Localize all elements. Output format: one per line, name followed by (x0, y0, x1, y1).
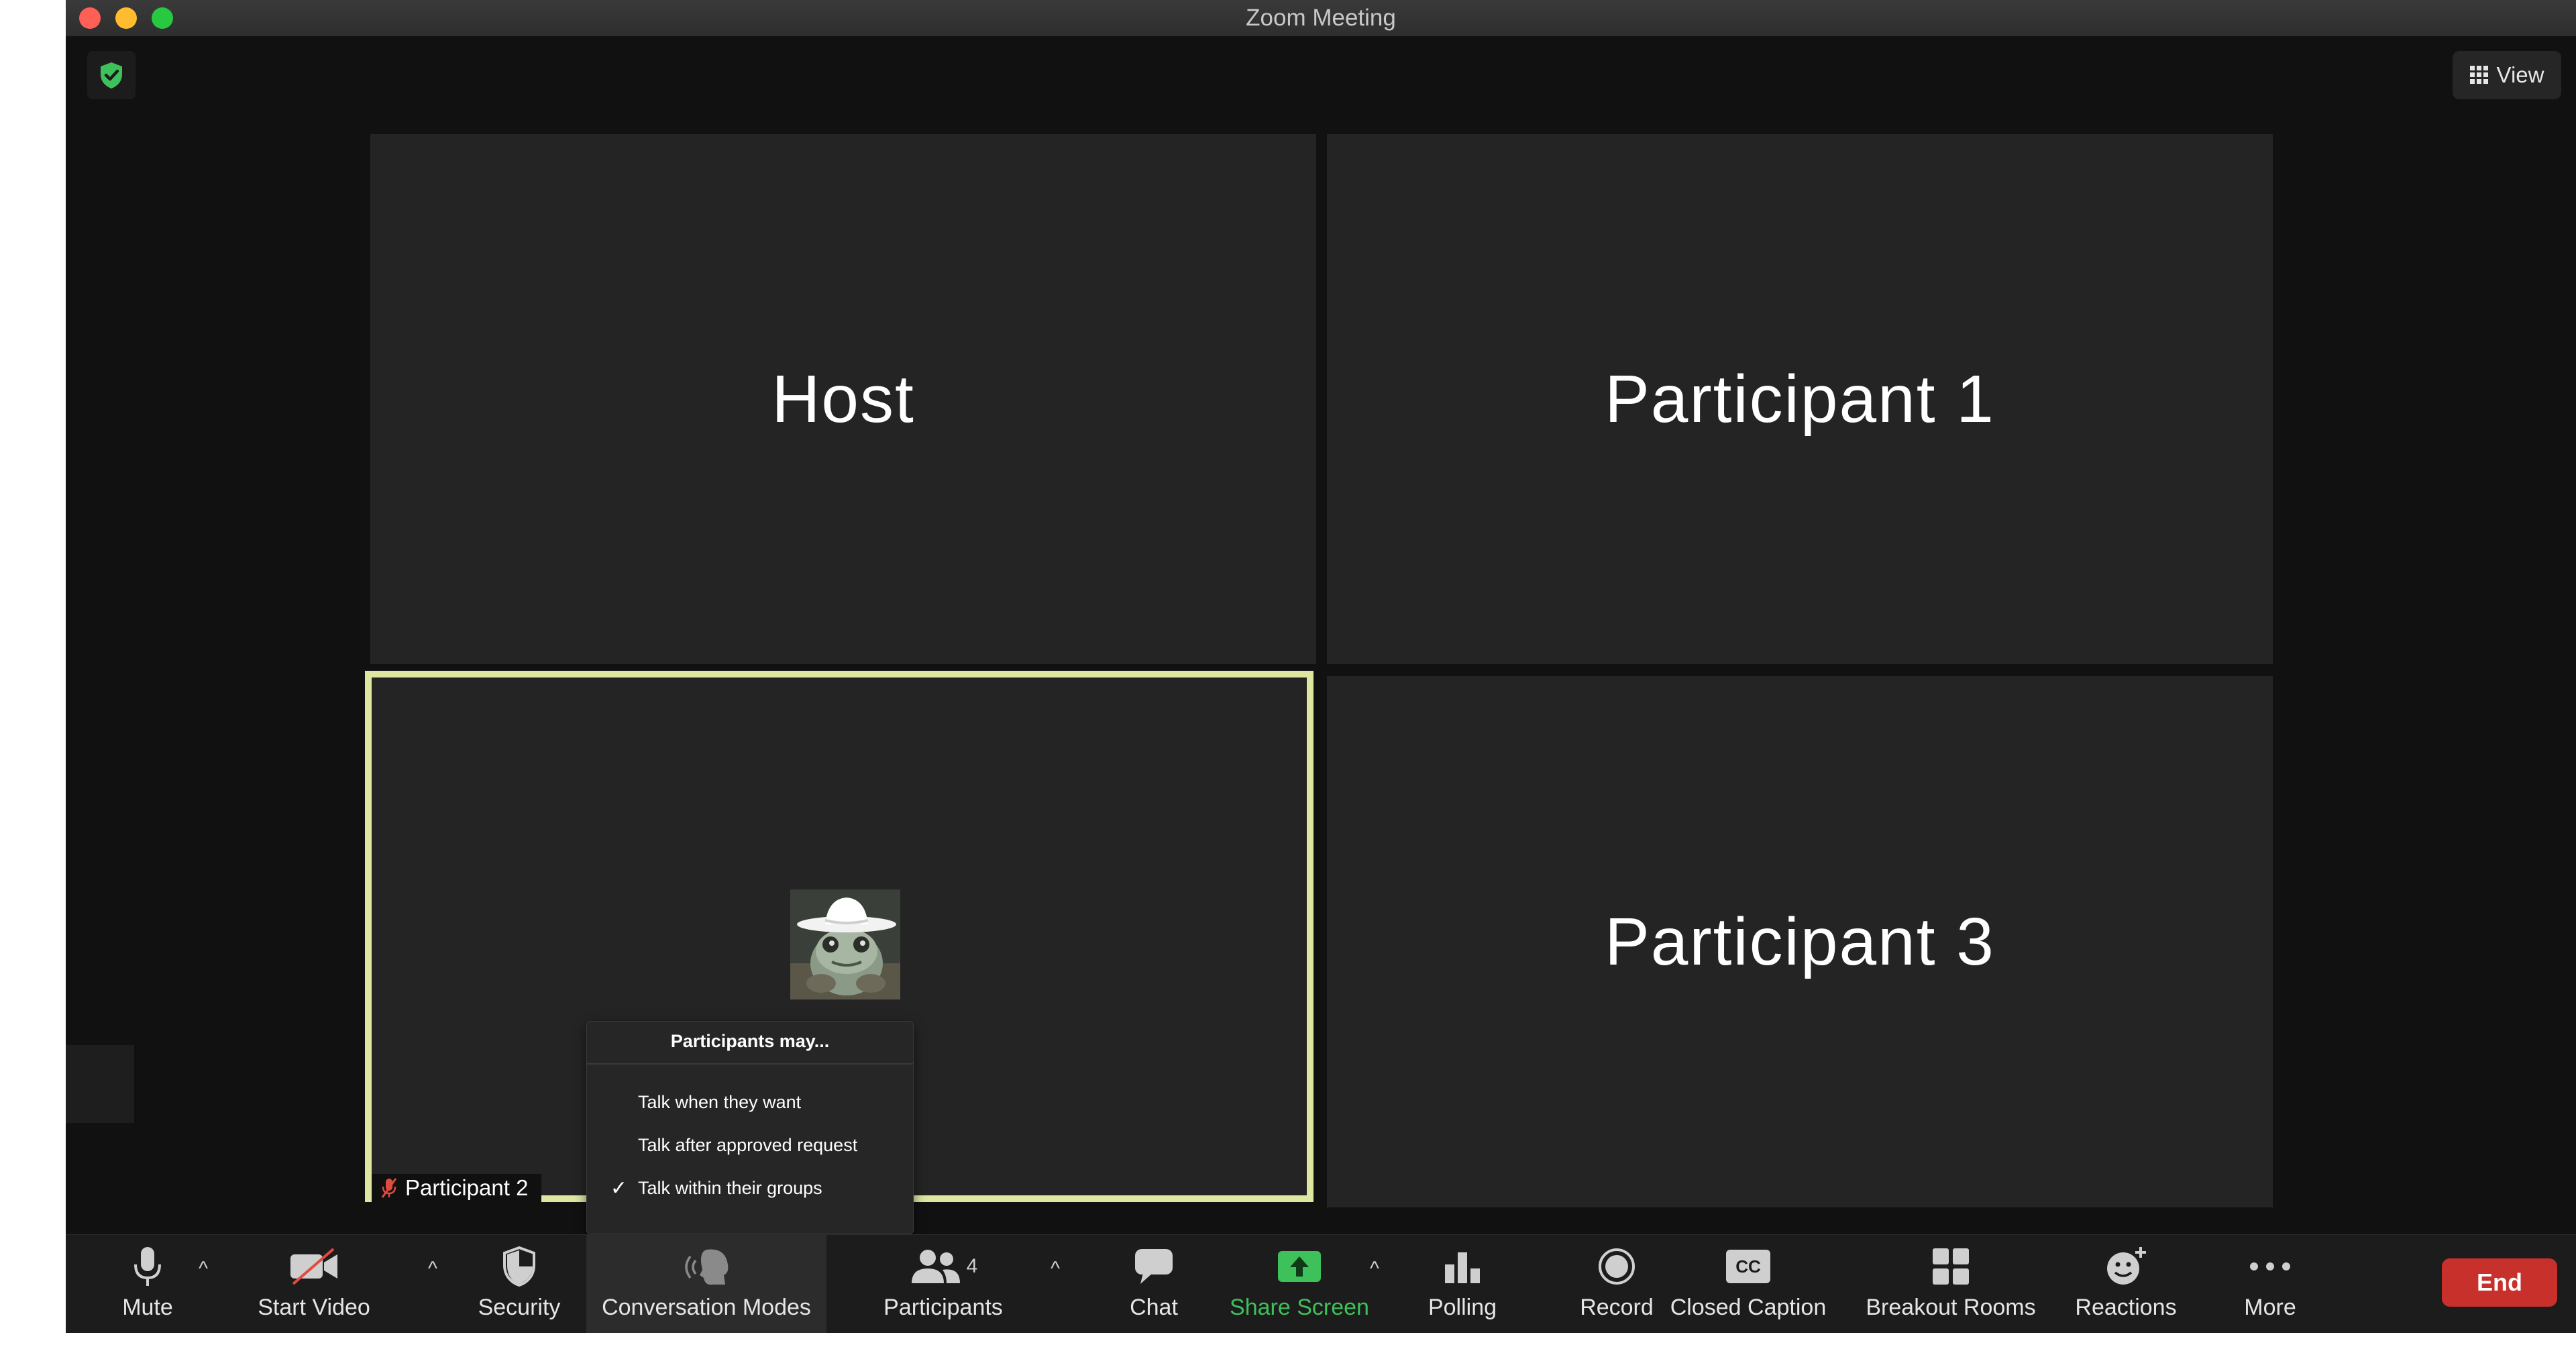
participant-name-tag: Participant 2 (372, 1174, 542, 1202)
polling-button[interactable]: Polling (1409, 1235, 1516, 1333)
menu-item-label: Talk within their groups (638, 1177, 822, 1198)
participants-label: Participants (883, 1295, 1003, 1320)
participants-options-chevron-up-icon[interactable]: ^ (1051, 1258, 1060, 1281)
cc-icon: CC (1726, 1250, 1770, 1283)
more-label: More (2244, 1295, 2296, 1320)
shield-check-icon (101, 62, 122, 89)
share-options-chevron-up-icon[interactable]: ^ (1370, 1258, 1379, 1281)
menu-item-talk-within-their-groups[interactable]: ✓ Talk within their groups (587, 1169, 913, 1207)
audio-options-chevron-up-icon[interactable]: ^ (199, 1258, 208, 1281)
view-button[interactable]: View (2453, 51, 2561, 99)
tile-name-participant-1: Participant 1 (1605, 361, 1995, 437)
video-off-icon (290, 1248, 337, 1285)
frog-cowboy-avatar (790, 889, 900, 999)
avatar (790, 889, 900, 999)
participant-name: Participant 2 (405, 1175, 529, 1200)
reactions-button[interactable]: Reactions (2055, 1235, 2196, 1333)
start-video-label: Start Video (258, 1295, 370, 1320)
record-label: Record (1580, 1295, 1654, 1320)
muted-microphone-icon (381, 1178, 397, 1198)
security-label: Security (478, 1295, 561, 1320)
mute-label: Mute (122, 1295, 173, 1320)
security-button[interactable]: Security (466, 1235, 573, 1333)
view-label: View (2496, 62, 2544, 87)
record-icon (1599, 1248, 1635, 1285)
tile-name-participant-3: Participant 3 (1605, 904, 1995, 979)
closed-caption-label: Closed Caption (1670, 1295, 1827, 1320)
checkmark-icon: ✓ (610, 1177, 627, 1199)
end-label: End (2477, 1268, 2522, 1296)
menu-item-label: Talk when they want (638, 1091, 802, 1112)
more-button[interactable]: More (2222, 1235, 2318, 1333)
conversation-modes-label: Conversation Modes (602, 1295, 811, 1320)
chat-label: Chat (1130, 1295, 1178, 1320)
side-panel-stub (66, 1045, 134, 1123)
menu-item-label: Talk after approved request (638, 1134, 858, 1155)
tile-name-host: Host (771, 361, 915, 437)
menu-item-talk-when-they-want[interactable]: Talk when they want (587, 1083, 913, 1121)
video-options-chevron-up-icon[interactable]: ^ (428, 1258, 437, 1281)
video-tile-participant-1[interactable]: Participant 1 (1327, 134, 2273, 664)
window-title: Zoom Meeting (1246, 5, 1396, 31)
breakout-grid-icon (1933, 1248, 1969, 1285)
chat-button[interactable]: Chat (1112, 1235, 1195, 1333)
smiley-plus-icon (2107, 1247, 2146, 1285)
record-button[interactable]: Record (1568, 1235, 1665, 1333)
ellipsis-icon (2250, 1262, 2290, 1270)
bar-chart-icon (1445, 1252, 1480, 1283)
conversation-modes-menu: Participants may... Talk when they want … (586, 1021, 914, 1234)
zoom-window: Zoom Meeting View Host Participant 1 Par… (66, 0, 2576, 1333)
menu-divider (587, 1063, 913, 1065)
polling-label: Polling (1428, 1295, 1497, 1320)
encryption-shield-button[interactable] (87, 51, 136, 99)
meeting-area: View Host Participant 1 Participant 3 Pa… (66, 36, 2576, 1234)
closed-caption-button[interactable]: CC Closed Caption (1661, 1235, 1835, 1333)
breakout-rooms-label: Breakout Rooms (1866, 1295, 2036, 1320)
grid-icon (2469, 66, 2488, 84)
start-video-button[interactable]: Start Video (240, 1235, 388, 1333)
shield-icon (503, 1246, 535, 1287)
video-tile-participant-3[interactable]: Participant 3 (1327, 676, 2273, 1207)
microphone-icon (134, 1247, 161, 1286)
share-screen-button[interactable]: Share Screen (1224, 1235, 1375, 1333)
share-screen-label: Share Screen (1230, 1295, 1369, 1320)
video-tile-host[interactable]: Host (370, 134, 1316, 664)
participants-button[interactable]: 4 Participants (855, 1235, 1032, 1333)
menu-item-talk-after-approved-request[interactable]: Talk after approved request (587, 1126, 913, 1164)
title-bar: Zoom Meeting (66, 0, 2576, 37)
conversation-menu-title: Participants may... (670, 1031, 830, 1051)
meeting-toolbar: Mute ^ Start Video ^ Security Conversati… (66, 1234, 2576, 1333)
participants-count: 4 (966, 1255, 978, 1277)
breakout-rooms-button[interactable]: Breakout Rooms (1853, 1235, 2049, 1333)
mute-button[interactable]: Mute (106, 1235, 189, 1333)
end-meeting-button[interactable]: End (2442, 1258, 2557, 1307)
conversation-modes-button[interactable]: Conversation Modes (586, 1235, 826, 1333)
people-icon (911, 1250, 960, 1283)
chat-bubble-icon (1135, 1249, 1173, 1284)
reactions-label: Reactions (2075, 1295, 2177, 1320)
speaking-head-icon (685, 1249, 729, 1285)
cc-badge-text: CC (1735, 1256, 1761, 1277)
share-screen-icon (1278, 1251, 1321, 1282)
